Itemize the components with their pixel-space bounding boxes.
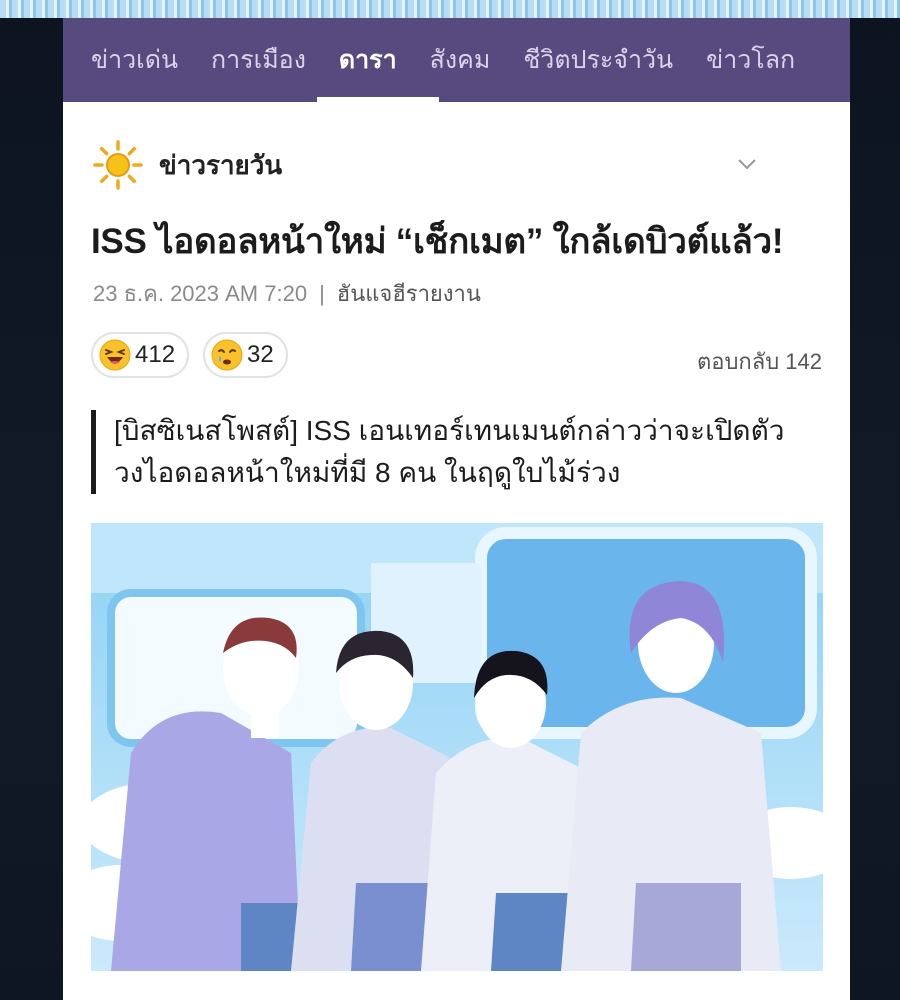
reporter-name[interactable]: ฮันแจฮีรายงาน: [337, 281, 481, 306]
reaction-laugh-button[interactable]: 412: [91, 332, 190, 378]
article-headline: ISS ไอดอลหน้าใหม่ “เช็กเมต” ใกล้เดบิวต์แ…: [91, 222, 784, 261]
reaction-sad-count: 32: [247, 341, 274, 368]
article-lead-quote: [บิสซิเนสโพสต์] ISS เอนเทอร์เทนเมนต์กล่า…: [91, 410, 791, 494]
news-app-screen: ข่าวเด่น การเมือง ดารา สังคม ชีวิตประจำว…: [63, 18, 850, 1000]
reaction-sad-button[interactable]: 32: [203, 332, 288, 378]
replies-link[interactable]: ตอบกลับ 142: [697, 344, 822, 379]
sun-icon: [93, 140, 143, 190]
section-title: ข่าวรายวัน: [159, 149, 283, 180]
byline-separator: |: [319, 281, 325, 306]
tab-daily-life[interactable]: ชีวิตประจำวัน: [523, 18, 673, 102]
category-nav: ข่าวเด่น การเมือง ดารา สังคม ชีวิตประจำว…: [63, 18, 850, 102]
chevron-down-icon[interactable]: [735, 152, 759, 176]
tab-politics[interactable]: การเมือง: [211, 18, 306, 102]
laughing-face-icon: [99, 339, 131, 371]
publish-date: 23 ธ.ค. 2023 AM 7:20: [93, 281, 308, 306]
reaction-laugh-count: 412: [135, 341, 176, 368]
article-photo-idol-group: [91, 523, 823, 971]
sad-face-icon: [211, 339, 243, 371]
reaction-bar: 412 32: [91, 332, 302, 378]
tab-headlines[interactable]: ข่าวเด่น: [91, 18, 178, 102]
tab-entertainment[interactable]: ดารา: [317, 18, 439, 102]
tab-society[interactable]: สังคม: [430, 18, 491, 102]
article-byline: 23 ธ.ค. 2023 AM 7:20 | ฮันแจฮีรายงาน: [93, 276, 481, 311]
tab-world[interactable]: ข่าวโลก: [706, 18, 795, 102]
section-header[interactable]: ข่าวรายวัน: [93, 140, 783, 190]
quote-line: [บิสซิเนสโพสต์] ISS เอนเทอร์เทนเมนต์กล่า…: [114, 415, 785, 446]
quote-line: วงไอดอลหน้าใหม่ที่มี 8 คน ในฤดูใบไม้ร่วง: [114, 457, 621, 488]
background-strip: [0, 0, 900, 18]
